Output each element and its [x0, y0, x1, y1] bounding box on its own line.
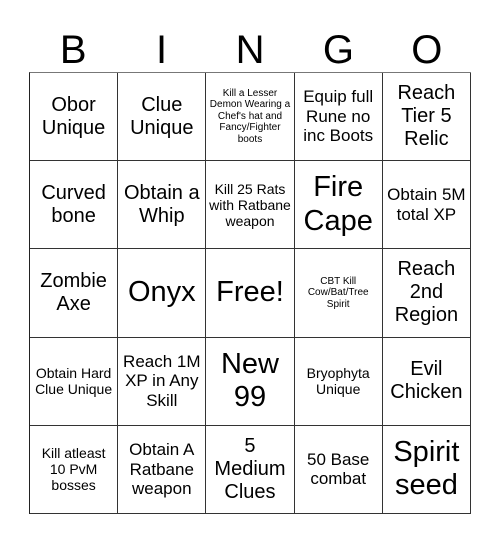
- bingo-cell-text: Fire Cape: [303, 171, 373, 237]
- bingo-cell-text: Obtain a Whip: [123, 181, 200, 227]
- bingo-cell-text: Kill a Lesser Demon Wearing a Chef's hat…: [209, 87, 291, 145]
- bingo-cell-text: Obtain A Ratbane weapon: [129, 440, 195, 499]
- header-letter-g: G: [322, 28, 354, 72]
- bingo-cell[interactable]: Zombie Axe: [30, 249, 119, 338]
- bingo-cell[interactable]: Obtain a Whip: [118, 161, 207, 250]
- bingo-cell-text: Bryophyta Unique: [306, 365, 370, 398]
- bingo-cell-text: Obtain Hard Clue Unique: [35, 365, 113, 398]
- bingo-cell-text: Curved bone: [41, 181, 106, 227]
- bingo-cell[interactable]: Equip full Rune no inc Boots: [294, 73, 383, 162]
- bingo-cell[interactable]: Onyx: [118, 249, 207, 338]
- bingo-cell[interactable]: Spirit seed: [382, 425, 471, 514]
- bingo-cell[interactable]: New 99: [206, 337, 295, 426]
- bingo-cell-text: Kill 25 Rats with Ratbane weapon: [209, 180, 291, 229]
- bingo-cell-text: Zombie Axe: [40, 269, 107, 315]
- free-space-cell[interactable]: Free!: [206, 249, 295, 338]
- header-letter-o: O: [411, 28, 443, 72]
- bingo-cell[interactable]: Bryophyta Unique: [294, 337, 383, 426]
- bingo-cell[interactable]: Curved bone: [30, 161, 119, 250]
- header-letter-b: B: [59, 28, 87, 72]
- bingo-cell-text: Reach 2nd Region: [394, 258, 459, 327]
- bingo-cell[interactable]: Fire Cape: [294, 161, 383, 250]
- bingo-grid: Obor Unique Clue Unique Kill a Lesser Demo…: [29, 72, 471, 514]
- bingo-cell-text: Obtain 5M total XP: [387, 185, 466, 224]
- bingo-cell[interactable]: Reach Tier 5 Relic: [382, 73, 471, 162]
- bingo-cell-text: 50 Base combat: [307, 449, 370, 489]
- header-letter-i: I: [156, 28, 168, 72]
- bingo-cell[interactable]: Reach 2nd Region: [382, 249, 471, 338]
- bingo-cell-text: 5 Medium Clues: [214, 434, 286, 503]
- bingo-cell[interactable]: Kill 25 Rats with Ratbane weapon: [206, 161, 295, 250]
- bingo-cell-text: CBT Kill Cow/Bat/Tree Spirit: [307, 275, 369, 310]
- bingo-cell[interactable]: Kill a Lesser Demon Wearing a Chef's hat…: [206, 73, 295, 162]
- bingo-cell-text: Equip full Rune no inc Boots: [303, 87, 374, 146]
- bingo-cell-text: Spirit seed: [393, 436, 460, 502]
- bingo-cell[interactable]: Reach 1M XP in Any Skill: [118, 337, 207, 426]
- bingo-cell[interactable]: Evil Chicken: [382, 337, 471, 426]
- bingo-cell-text: Free!: [216, 276, 284, 309]
- bingo-cell-text: Evil Chicken: [390, 358, 463, 404]
- bingo-cell-text: Kill atleast 10 PvM bosses: [41, 445, 106, 494]
- bingo-cell-text: New 99: [220, 347, 279, 414]
- header-letter-n: N: [235, 28, 265, 72]
- bingo-cell-text: Clue Unique: [130, 93, 194, 139]
- bingo-cell[interactable]: CBT Kill Cow/Bat/Tree Spirit: [294, 249, 383, 338]
- bingo-cell[interactable]: 5 Medium Clues: [206, 425, 295, 514]
- bingo-cell[interactable]: 50 Base combat: [294, 425, 383, 514]
- bingo-cell[interactable]: Obtain Hard Clue Unique: [30, 337, 119, 426]
- bingo-cell-text: Reach 1M XP in Any Skill: [123, 351, 201, 410]
- bingo-cell-text: Reach Tier 5 Relic: [397, 82, 456, 151]
- bingo-cell[interactable]: Obtain 5M total XP: [382, 161, 471, 250]
- bingo-cell[interactable]: Obtain A Ratbane weapon: [118, 425, 207, 514]
- bingo-cell-text: Obor Unique: [41, 93, 106, 139]
- bingo-cell[interactable]: Obor Unique: [30, 73, 119, 162]
- bingo-cell[interactable]: Kill atleast 10 PvM bosses: [30, 425, 119, 514]
- bingo-header: B I N G O: [29, 28, 471, 72]
- bingo-cell[interactable]: Clue Unique: [118, 73, 207, 162]
- bingo-cell-text: Onyx: [127, 276, 196, 309]
